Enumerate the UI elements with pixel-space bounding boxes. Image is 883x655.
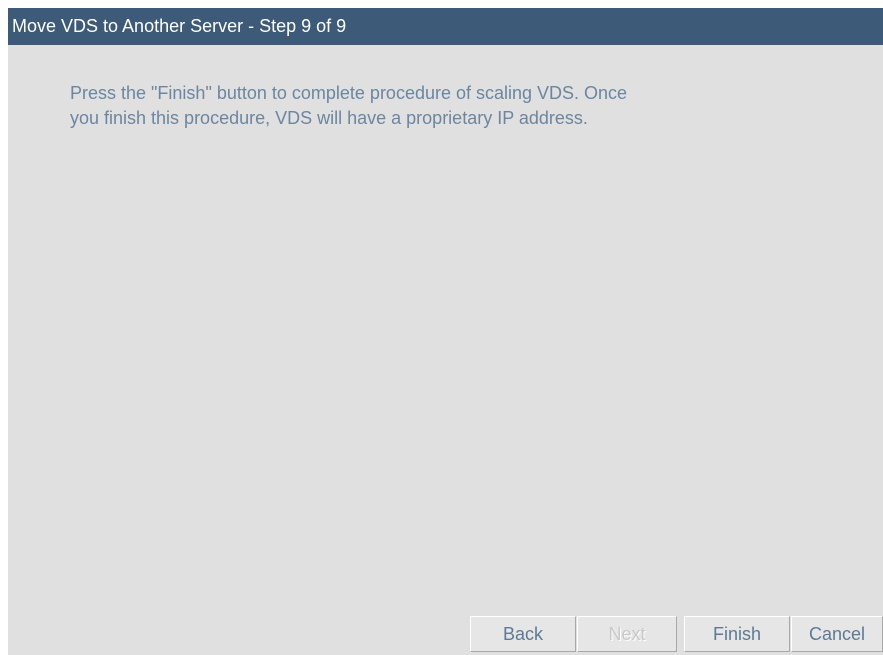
instruction-line-2: you finish this procedure, VDS will have… <box>70 108 588 128</box>
next-button: Next <box>577 616 677 652</box>
instruction-line-1: Press the "Finish" button to complete pr… <box>70 83 628 103</box>
dialog-title: Move VDS to Another Server - Step 9 of 9 <box>12 16 347 36</box>
cancel-button[interactable]: Cancel <box>791 616 883 652</box>
finish-button[interactable]: Finish <box>684 616 790 652</box>
instruction-message: Press the "Finish" button to complete pr… <box>70 81 830 131</box>
wizard-button-bar: Back Next Finish Cancel <box>8 616 883 655</box>
dialog-title-bar: Move VDS to Another Server - Step 9 of 9 <box>8 8 883 45</box>
back-button[interactable]: Back <box>470 616 576 652</box>
wizard-dialog: Move VDS to Another Server - Step 9 of 9… <box>8 8 883 655</box>
